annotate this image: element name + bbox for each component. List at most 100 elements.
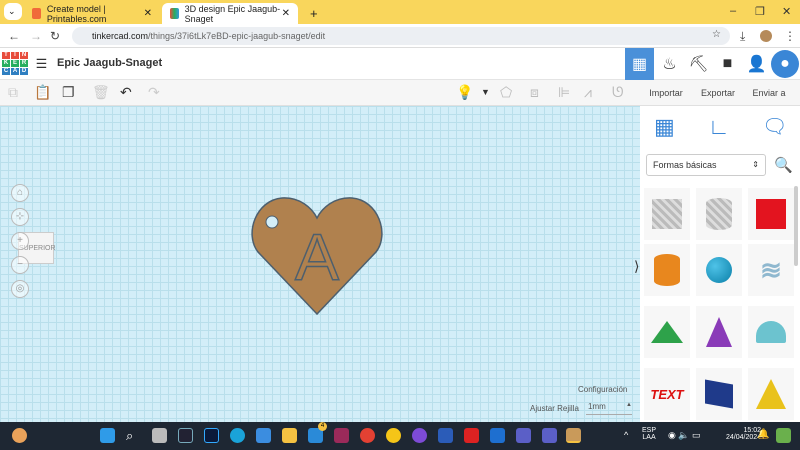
mail-icon[interactable]: 4: [308, 422, 327, 443]
acrobat-icon[interactable]: [464, 428, 479, 443]
minimize-button[interactable]: –: [730, 5, 736, 17]
bell-icon[interactable]: 🔔: [757, 429, 769, 440]
shape-pyramid[interactable]: [748, 368, 794, 420]
duplicate-icon[interactable]: ❐: [62, 84, 75, 101]
printables-icon: [32, 8, 41, 19]
app-icon[interactable]: [178, 428, 193, 443]
fit-view-icon[interactable]: ⊹: [11, 208, 29, 226]
notes-icon[interactable]: 🗨: [762, 114, 787, 139]
teams-icon[interactable]: [516, 428, 531, 443]
brick-icon[interactable]: ■: [713, 48, 742, 80]
shape-cylinder-hole[interactable]: [696, 188, 742, 240]
teams-icon[interactable]: [542, 428, 557, 443]
photoshop-icon[interactable]: [204, 428, 219, 443]
search-icon[interactable]: 🔍: [774, 156, 793, 174]
undo-icon[interactable]: ↶: [120, 84, 132, 101]
minecraft-pickaxe-icon[interactable]: ⛏: [684, 48, 713, 80]
clock[interactable]: 15:02 24/04/2024: [726, 427, 761, 441]
copy-icon[interactable]: ⧉: [8, 84, 18, 101]
shape-category-select[interactable]: Formas básicas ⇕: [646, 154, 766, 176]
shape-cone[interactable]: [696, 306, 742, 358]
delete-icon[interactable]: 🗑: [92, 84, 110, 101]
design-list-icon[interactable]: ☰: [27, 48, 56, 80]
chrome-profile-icon[interactable]: [566, 428, 581, 443]
shape-cylinder[interactable]: [644, 244, 690, 296]
winrar-icon[interactable]: [334, 428, 349, 443]
ungroup-icon[interactable]: ⧈: [530, 84, 539, 101]
tab-search-button[interactable]: ⌄: [4, 3, 22, 20]
shape-roof[interactable]: [644, 306, 690, 358]
start-icon[interactable]: [100, 428, 115, 443]
reload-icon[interactable]: ↻: [50, 29, 60, 43]
restore-button[interactable]: ❐: [755, 5, 765, 18]
workplane-canvas[interactable]: SUPERIOR ⌂ ⊹ + − ◎ A Configuración Ajust…: [0, 106, 640, 422]
tray-chevron-icon[interactable]: ^: [624, 430, 628, 440]
date: 24/04/2024: [726, 434, 762, 441]
edge-icon[interactable]: [230, 428, 245, 443]
shape-text[interactable]: TEXT: [644, 368, 690, 420]
collapse-panel-chevron-icon[interactable]: ⟩: [634, 258, 639, 275]
perspective-icon[interactable]: ◎: [11, 280, 29, 298]
align-icon[interactable]: ⊫: [558, 84, 570, 101]
store-icon[interactable]: [256, 428, 271, 443]
workplane-icon[interactable]: ▦: [654, 114, 675, 140]
copilot-icon[interactable]: [776, 428, 791, 443]
app-icon[interactable]: [490, 428, 505, 443]
chevron-down-icon[interactable]: ▼: [481, 87, 490, 97]
shape-box-hole[interactable]: [644, 188, 690, 240]
paste-icon[interactable]: 📋: [34, 84, 51, 101]
group-icon[interactable]: ⬠: [500, 84, 512, 101]
shape-polygon[interactable]: [696, 368, 742, 420]
search-icon[interactable]: ⌕: [126, 428, 141, 443]
wifi-volume-battery-icons[interactable]: ◉ 🔈 ▭: [668, 430, 701, 441]
language-indicator[interactable]: ESP LAA: [642, 427, 656, 441]
url-input[interactable]: tinkercad.com/things/37i6tLk7eBD-epic-ja…: [72, 27, 730, 45]
forward-icon[interactable]: →: [30, 29, 42, 43]
back-icon[interactable]: ←: [8, 29, 20, 43]
redo-icon[interactable]: ↷: [148, 84, 160, 101]
close-window-button[interactable]: ✕: [782, 5, 791, 18]
shape-scribble[interactable]: ≋: [748, 244, 794, 296]
add-user-icon[interactable]: 👤: [742, 48, 771, 80]
address-bar-row: ← → ↻ tinkercad.com/things/37i6tLk7eBD-e…: [0, 24, 800, 48]
tab-printables[interactable]: Create model | Printables.com ✕: [24, 3, 160, 24]
weather-widget-icon[interactable]: [12, 428, 27, 443]
settings-link[interactable]: Configuración: [578, 385, 627, 394]
light-bulb-icon[interactable]: 💡: [456, 84, 473, 101]
profile-avatar[interactable]: [760, 30, 772, 42]
zoom-in-icon[interactable]: +: [11, 232, 29, 250]
task-view-icon[interactable]: [152, 428, 167, 443]
shape-round-roof[interactable]: [748, 306, 794, 358]
new-tab-button[interactable]: +: [302, 3, 326, 24]
windows-taskbar: ⌕ 4 ^ ESP LAA ◉ 🔈 ▭ 15:02 24/04/2024 🔔: [0, 422, 800, 450]
sim-lab-icon[interactable]: ♨: [655, 48, 684, 80]
user-avatar[interactable]: ●: [771, 50, 799, 78]
3d-view-grid-icon[interactable]: ▦: [625, 48, 654, 80]
import-button[interactable]: Importar: [643, 83, 689, 103]
home-view-icon[interactable]: ⌂: [11, 184, 29, 202]
app-icon[interactable]: [412, 428, 427, 443]
ruler-icon[interactable]: ∟: [708, 114, 730, 140]
app-icon[interactable]: [386, 428, 401, 443]
bookmark-star-icon[interactable]: ☆: [712, 29, 721, 40]
download-icon[interactable]: ⤓: [740, 29, 745, 44]
shape-sphere[interactable]: [696, 244, 742, 296]
chrome-icon[interactable]: [360, 428, 375, 443]
zoom-out-icon[interactable]: −: [11, 256, 29, 274]
design-title[interactable]: Epic Jaagub-Snaget: [57, 57, 162, 69]
word-icon[interactable]: [438, 428, 453, 443]
close-icon[interactable]: ✕: [144, 8, 152, 19]
tab-tinkercad[interactable]: 3D design Epic Jaagub-Snaget ✕: [162, 3, 298, 24]
cruise-icon[interactable]: ᘎ: [612, 84, 624, 101]
menu-icon[interactable]: ⋮: [784, 29, 796, 43]
mirror-icon[interactable]: ⩘: [584, 84, 592, 101]
shape-box[interactable]: [748, 188, 794, 240]
export-button[interactable]: Exportar: [695, 83, 741, 103]
file-explorer-icon[interactable]: [282, 428, 297, 443]
close-icon[interactable]: ✕: [282, 8, 290, 19]
send-to-button[interactable]: Enviar a: [746, 83, 792, 103]
heart-keychain-model[interactable]: A: [250, 194, 384, 316]
tinkercad-logo[interactable]: TIN KER CAD: [2, 52, 28, 75]
panel-scrollbar[interactable]: [794, 186, 798, 266]
snap-grid-select[interactable]: 1mm ▲: [586, 402, 632, 415]
